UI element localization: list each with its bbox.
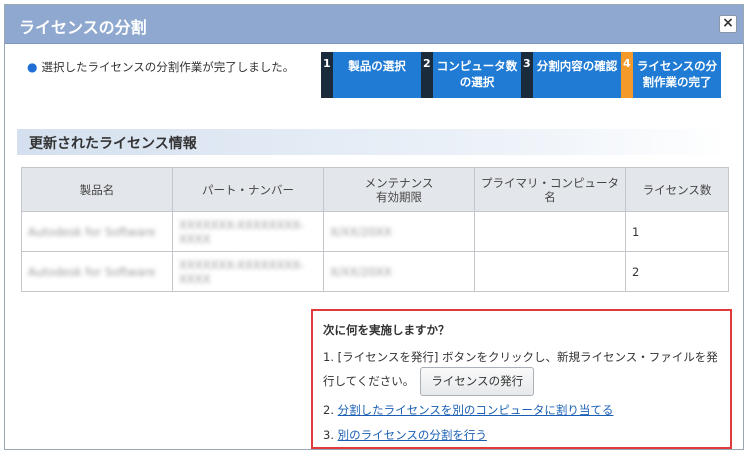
cell-part-number: XXXXXXX-XXXXXXXX-XXXX — [172, 211, 324, 252]
step-confirm-split: 3 分割内容の確認 — [521, 52, 621, 98]
step-label-line: 割作業の完了 — [642, 75, 712, 89]
next-step-2: 2. 分割したライセンスを別のコンピュータに割り当てる — [323, 402, 613, 418]
step-label-line: コンピュータ数 — [436, 59, 518, 73]
split-license-dialog: ライセンスの分割 × ● 選択したライセンスの分割作業が完了しました。 1 製品の… — [4, 4, 744, 450]
cell-text: XXXXXXX-XXXXXXXX-XXXX — [179, 217, 304, 246]
close-icon[interactable]: × — [719, 15, 737, 33]
step-label-line: 分割内容の確認 — [536, 59, 618, 73]
table-header-row: 製品名 パート・ナンバー メンテナンス 有効期限 プライマリ・コンピュータ 名 … — [21, 167, 729, 212]
completion-message-text: 選択したライセンスの分割作業が完了しました。 — [41, 60, 295, 74]
wizard-steps: 1 製品の選択 2 コンピュータ数 の選択 3 分割内容の確認 4 ライセンスの分… — [321, 52, 721, 98]
next-steps-panel: 次に何を実施しますか？ 1. [ライセンスを発行] ボタンをクリックし、新規ライ… — [311, 309, 732, 449]
cell-text: Autodesk for Software — [28, 264, 156, 279]
step-number: 2 — [421, 52, 433, 98]
step-select-product: 1 製品の選択 — [321, 52, 421, 98]
next-step-2-prefix: 2. — [323, 403, 338, 417]
step-label-line: 製品の選択 — [348, 59, 406, 73]
issue-license-button[interactable]: ライセンスの発行 — [420, 367, 535, 396]
next-step-1: 1. [ライセンスを発行] ボタンをクリックし、新規ライセンス・ファイルを発行し… — [323, 348, 723, 396]
split-another-license-link[interactable]: 別のライセンスの分割を行う — [338, 428, 487, 442]
step-label: コンピュータ数 の選択 — [433, 52, 521, 98]
cell-text: Autodesk for Software — [28, 224, 156, 239]
next-step-3: 3. 別のライセンスの分割を行う — [323, 427, 487, 443]
column-header-part-number: パート・ナンバー — [172, 167, 324, 212]
column-header-text: ライセンス数 — [642, 182, 712, 197]
column-header-license-count: ライセンス数 — [625, 167, 729, 212]
step-label: 製品の選択 — [333, 52, 421, 98]
completion-message: ● 選択したライセンスの分割作業が完了しました。 — [27, 59, 294, 75]
license-table: 製品名 パート・ナンバー メンテナンス 有効期限 プライマリ・コンピュータ 名 … — [21, 167, 729, 292]
step-number: 1 — [321, 52, 333, 98]
cell-product: Autodesk for Software — [21, 211, 173, 252]
next-step-3-prefix: 3. — [323, 428, 338, 442]
section-header: 更新されたライセンス情報 — [17, 129, 729, 155]
table-row: Autodesk for Software XXXXXXX-XXXXXXXX-X… — [21, 251, 729, 292]
column-header-text: 製品名 — [79, 182, 115, 197]
column-header-text: プライマリ・コンピュータ 名 — [481, 175, 619, 204]
cell-primary-computer — [474, 251, 626, 292]
cell-maintenance-expiry: X/XX/20XX — [323, 251, 475, 292]
column-header-text: パート・ナンバー — [202, 182, 294, 197]
cell-license-count: 2 — [625, 251, 729, 292]
cell-license-count: 1 — [625, 211, 729, 252]
dialog-title-bar: ライセンスの分割 × — [5, 5, 743, 44]
step-label-line: ライセンスの分 — [636, 59, 718, 73]
cell-text: 2 — [632, 264, 640, 279]
step-label-line: の選択 — [459, 75, 495, 89]
cell-product: Autodesk for Software — [21, 251, 173, 292]
cell-primary-computer — [474, 211, 626, 252]
step-select-computers: 2 コンピュータ数 の選択 — [421, 52, 521, 98]
cell-text: X/XX/20XX — [330, 264, 392, 279]
step-label: 分割内容の確認 — [533, 52, 621, 98]
column-header-text: メンテナンス 有効期限 — [364, 175, 434, 204]
column-header-maintenance-expiry: メンテナンス 有効期限 — [323, 167, 475, 212]
column-header-primary-computer: プライマリ・コンピュータ 名 — [474, 167, 626, 212]
column-header-product: 製品名 — [21, 167, 173, 212]
assign-to-other-computer-link[interactable]: 分割したライセンスを別のコンピュータに割り当てる — [338, 403, 614, 417]
cell-maintenance-expiry: X/XX/20XX — [323, 211, 475, 252]
cell-text: XXXXXXX-XXXXXXXX-XXXX — [179, 257, 304, 286]
step-number: 3 — [521, 52, 533, 98]
cell-text: 1 — [632, 224, 640, 239]
cell-part-number: XXXXXXX-XXXXXXXX-XXXX — [172, 251, 324, 292]
step-number: 4 — [621, 52, 633, 98]
bullet-icon: ● — [27, 60, 38, 74]
step-split-complete: 4 ライセンスの分 割作業の完了 — [621, 52, 721, 98]
dialog-title: ライセンスの分割 — [19, 18, 147, 37]
table-row: Autodesk for Software XXXXXXX-XXXXXXXX-X… — [21, 211, 729, 252]
next-steps-question: 次に何を実施しますか？ — [323, 323, 450, 337]
step-label: ライセンスの分 割作業の完了 — [633, 52, 721, 98]
section-title: 更新されたライセンス情報 — [29, 136, 197, 152]
cell-text: X/XX/20XX — [330, 224, 392, 239]
